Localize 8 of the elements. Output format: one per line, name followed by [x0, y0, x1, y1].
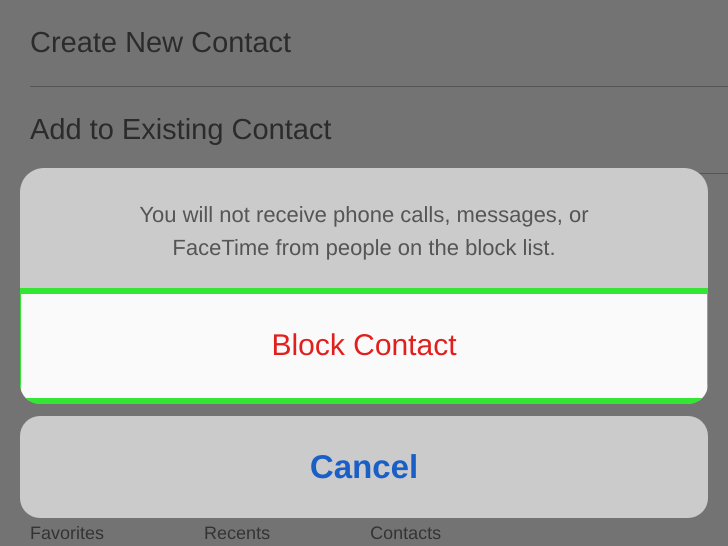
- block-contact-button[interactable]: Block Contact: [20, 288, 708, 404]
- tab-label[interactable]: Contacts: [370, 523, 442, 544]
- tab-label[interactable]: Recents: [204, 523, 270, 544]
- cancel-button[interactable]: Cancel: [20, 416, 708, 518]
- menu-item[interactable]: Create New Contact: [30, 26, 292, 60]
- alert-message: You will not receive phone calls, messages, or FaceTime from people on the block list.: [138, 201, 590, 262]
- tab-label[interactable]: Favorites: [30, 523, 104, 544]
- menu-item[interactable]: Add to Existing Contact: [30, 114, 332, 146]
